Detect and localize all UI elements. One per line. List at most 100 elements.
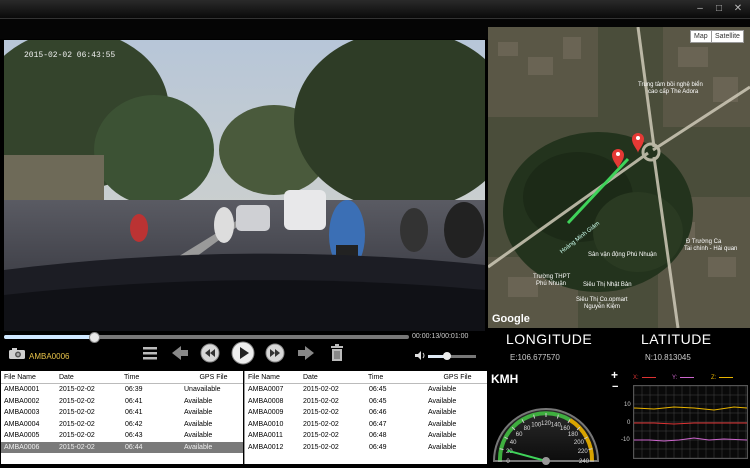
file-row[interactable]: AMBA0003 2015-02-02 06:41 Available [1,407,243,419]
file-cell: Available [184,409,213,417]
file-cell: 2015-02-02 [303,409,339,417]
speed-tick-label: 240 [579,459,590,465]
column-header[interactable]: GPS File [425,371,487,384]
file-cell: 06:41 [125,409,143,417]
file-cell: AMBA0004 [4,420,40,428]
file-cell: 06:41 [125,397,143,405]
column-header[interactable]: Time [365,371,425,384]
file-cell: 06:46 [369,409,387,417]
column-header[interactable]: File Name [245,371,300,384]
map-label: Tai chính - Hải quan [684,246,738,252]
playlist-icon[interactable] [140,343,160,363]
seek-progress [4,335,94,339]
seek-bar[interactable] [4,332,409,343]
close-button[interactable]: ✕ [729,2,747,15]
file-cell: Unavailable [184,386,221,394]
file-cell: 06:45 [369,386,387,394]
file-cell: 06:48 [369,432,387,440]
column-header[interactable]: GPS File [181,371,243,384]
map-toggle-map[interactable]: Map [690,30,712,43]
longitude-label: LONGITUDE [506,331,593,347]
file-row[interactable]: AMBA0006 2015-02-02 06:44 Available [1,441,243,453]
file-row[interactable]: AMBA0009 2015-02-02 06:46 Available [245,407,487,419]
file-cell: 06:42 [125,420,143,428]
volume-handle[interactable] [443,352,452,360]
play-button[interactable] [231,341,255,365]
file-cell: 2015-02-02 [59,432,95,440]
google-logo: Google [492,313,530,325]
previous-arrow-icon[interactable] [170,343,190,363]
file-cell: 06:49 [369,443,387,451]
next-arrow-icon[interactable] [296,343,316,363]
file-row[interactable]: AMBA0011 2015-02-02 06:48 Available [245,430,487,442]
file-row[interactable]: AMBA0004 2015-02-02 06:42 Available [1,419,243,431]
graph-tick: 10 [624,402,631,408]
map-label: Siêu Thị Co.opmart [576,297,628,303]
volume-icon[interactable] [414,350,426,361]
map-label: Đ Trường Ca [686,239,722,245]
map-label: Trung tâm bồi nghệ biển [638,82,703,88]
seek-handle[interactable] [89,332,101,343]
legend-z-label: Z: [711,375,717,381]
file-cell: AMBA0001 [4,386,40,394]
speed-tick-label: 180 [568,432,579,438]
maximize-button[interactable]: □ [710,2,728,15]
file-row[interactable]: AMBA0001 2015-02-02 06:39 Unavailable [1,384,243,396]
column-header[interactable]: Date [300,371,365,384]
file-cell: AMBA0007 [248,386,284,394]
file-cell: Available [428,386,457,394]
latitude-value: N:10.813045 [645,353,691,362]
camera-icon [9,348,25,359]
column-header[interactable]: File Name [1,371,56,384]
map-label: Nguyễn Kiệm [584,304,621,310]
video-view[interactable]: 2015-02-02 06:43:55 [4,40,485,331]
gsensor-graph [633,385,748,459]
legend-z: Z: [711,375,734,381]
file-cell: AMBA0010 [248,420,284,428]
volume-slider[interactable] [428,352,476,360]
zoom-out-button[interactable]: − [612,381,618,393]
file-cell: 2015-02-02 [303,397,339,405]
file-cell: AMBA0012 [248,443,284,451]
file-row[interactable]: AMBA0007 2015-02-02 06:45 Available [245,384,487,396]
file-cell: 06:44 [121,441,181,453]
longitude-value: E:106.677570 [510,353,560,362]
file-cell: Available [181,441,243,453]
file-cell: Available [428,420,457,428]
zoom-in-button[interactable]: + [611,368,618,382]
file-cell: 2015-02-02 [59,397,95,405]
file-cell: AMBA0008 [248,397,284,405]
file-row[interactable]: AMBA0010 2015-02-02 06:47 Available [245,419,487,431]
map-toggle-satellite[interactable]: Satellite [711,30,744,43]
legend-x-label: X: [633,375,639,381]
file-row[interactable]: AMBA0005 2015-02-02 06:43 Available [1,430,243,442]
fast-forward-button[interactable] [265,343,285,363]
minimize-button[interactable]: – [691,2,709,15]
map-label: Trường THPT [533,274,571,280]
file-cell: 2015-02-02 [56,441,121,453]
file-row[interactable]: AMBA0008 2015-02-02 06:45 Available [245,396,487,408]
file-cell: 06:39 [125,386,143,394]
file-cell: 2015-02-02 [59,386,95,394]
file-cell: 2015-02-02 [59,420,95,428]
map-label: Siêu Thị Nhật Bản [583,282,632,288]
trash-icon[interactable] [327,343,347,363]
speed-tick-label: 200 [574,440,585,446]
map-label: Sân vận động Phú Nhuận [588,252,657,258]
video-timestamp: 2015-02-02 06:43:55 [24,51,116,60]
file-row[interactable]: AMBA0012 2015-02-02 06:49 Available [245,442,487,454]
graph-tick: -10 [621,437,630,443]
file-cell: 06:47 [369,420,387,428]
speed-tick-label: 220 [578,449,589,455]
file-cell: 06:43 [125,432,143,440]
speedometer: 020406080100 120 140160180200220240 [492,408,600,465]
column-header[interactable]: Time [121,371,181,384]
column-header[interactable]: Date [56,371,121,384]
title-bar [0,0,750,19]
file-row[interactable]: AMBA0002 2015-02-02 06:41 Available [1,396,243,408]
rewind-button[interactable] [200,343,220,363]
map-view[interactable]: Map Satellite Trung tâm bồi nghệ biển ca… [488,27,750,328]
file-table-left: File Name Date Time GPS File AMBA0001 2015-02… [1,371,243,464]
file-cell: 2015-02-02 [303,420,339,428]
file-cell: 2015-02-02 [303,432,339,440]
